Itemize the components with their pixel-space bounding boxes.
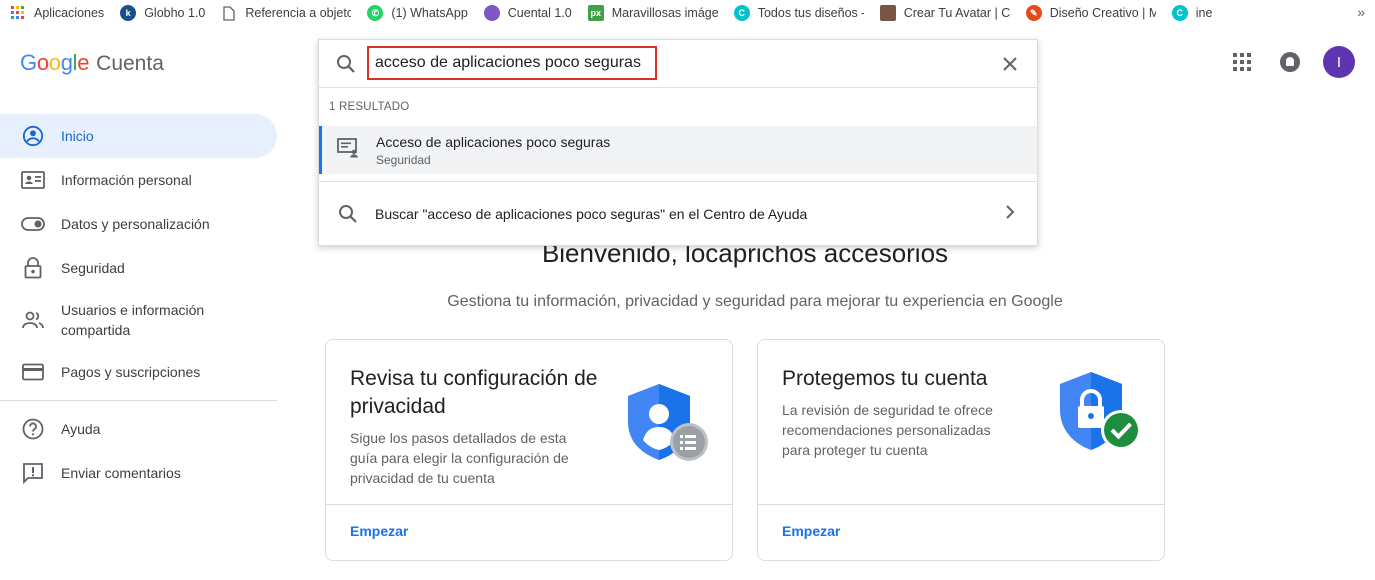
sidebar-item-informacion-personal[interactable]: Información personal xyxy=(0,158,277,202)
bookmark-label: Maravillosas imágene xyxy=(611,6,718,20)
bookmark-cuental[interactable]: Cuental 1.0 xyxy=(483,5,572,21)
header-actions: I xyxy=(1233,46,1355,78)
settings-page-icon xyxy=(337,137,361,163)
apps-grid-icon[interactable] xyxy=(1233,53,1251,71)
google-account-logo[interactable]: Google Cuenta xyxy=(20,50,164,76)
bookmark-ine[interactable]: C ine xyxy=(1171,5,1213,21)
sidebar-item-seguridad[interactable]: Seguridad xyxy=(0,246,277,290)
search-icon xyxy=(337,203,359,225)
people-icon xyxy=(20,308,46,332)
avatar-site-icon xyxy=(879,5,896,21)
globho-icon: k xyxy=(120,5,137,21)
sidebar-item-label: Enviar comentarios xyxy=(61,465,181,481)
toggle-icon xyxy=(20,212,46,236)
search-result-category: Seguridad xyxy=(376,152,431,167)
bookmark-label: (1) WhatsApp xyxy=(391,6,468,20)
close-icon[interactable] xyxy=(999,53,1021,75)
avatar[interactable]: I xyxy=(1323,46,1355,78)
search-result-title: Acceso de aplicaciones poco seguras xyxy=(376,133,611,150)
welcome-subtitle: Gestiona tu información, privacidad y se… xyxy=(447,293,1063,310)
search-result-item[interactable]: Acceso de aplicaciones poco seguras Segu… xyxy=(319,126,1037,174)
chevron-right-icon xyxy=(1005,204,1015,225)
sidebar-item-ayuda[interactable]: Ayuda xyxy=(0,407,277,451)
feedback-icon xyxy=(20,461,46,485)
bookmark-label: Aplicaciones xyxy=(34,6,105,20)
sidebar-item-datos[interactable]: Datos y personalización xyxy=(0,202,277,246)
bookmark-disenos[interactable]: C Todos tus diseños – C xyxy=(733,5,864,21)
card-description: La revisión de seguridad te ofrece recom… xyxy=(782,402,993,458)
search-panel: 1 RESULTADO Acceso de aplicaciones poco … xyxy=(318,39,1038,246)
apps-grid-icon xyxy=(10,5,26,21)
result-count: 1 RESULTADO xyxy=(329,101,410,113)
search-result-text: Acceso de aplicaciones poco seguras Segu… xyxy=(376,134,610,167)
sidebar-item-label: Información personal xyxy=(61,172,192,188)
bookmark-globho[interactable]: k Globho 1.0 xyxy=(120,5,205,21)
security-checkup-card[interactable]: Protegemos tu cuenta La revisión de segu… xyxy=(757,339,1165,561)
card-footer: Empezar xyxy=(758,504,1164,560)
sidebar-item-enviar-comentarios[interactable]: Enviar comentarios xyxy=(0,451,277,495)
start-security-checkup-link[interactable]: Empezar xyxy=(782,523,840,539)
card-footer: Empezar xyxy=(326,504,732,560)
credit-card-icon xyxy=(20,360,46,384)
security-shield-icon xyxy=(1058,370,1148,465)
id-card-icon xyxy=(20,168,46,192)
account-circle-icon xyxy=(20,124,46,148)
page-icon xyxy=(221,5,237,21)
sidebar-item-inicio[interactable]: Inicio xyxy=(0,114,277,158)
bookmark-whatsapp[interactable]: ✆ (1) WhatsApp xyxy=(367,5,468,21)
bookmark-creativo[interactable]: ✎ Diseño Creativo | Ma xyxy=(1025,5,1156,21)
search-input[interactable] xyxy=(367,46,657,80)
whatsapp-icon: ✆ xyxy=(367,5,384,21)
start-privacy-checkup-link[interactable]: Empezar xyxy=(350,523,408,539)
bookmarks-bar: Aplicaciones k Globho 1.0 Referencia a o… xyxy=(0,0,1375,26)
sidebar-item-label: Seguridad xyxy=(61,260,125,276)
sidebar-item-label: Inicio xyxy=(61,128,94,144)
sidebar-item-label: Datos y personalización xyxy=(61,216,210,232)
sidebar: Inicio Información personal Datos y pers… xyxy=(0,114,277,495)
bookmark-aplicaciones[interactable]: Aplicaciones xyxy=(10,5,104,21)
search-bar xyxy=(319,40,1037,88)
sidebar-item-label: Pagos y suscripciones xyxy=(61,364,201,380)
card-title: Protegemos tu cuenta xyxy=(782,367,988,390)
bookmark-label: Crear Tu Avatar | Cre xyxy=(903,6,1010,20)
card-description: Sigue los pasos detallados de esta guía … xyxy=(350,430,569,486)
sidebar-item-label: Usuarios e información compartida xyxy=(61,302,205,338)
help-icon xyxy=(20,417,46,441)
bookmark-avatar[interactable]: Crear Tu Avatar | Cre xyxy=(879,5,1010,21)
bookmark-maravillosas[interactable]: px Maravillosas imágene xyxy=(587,5,718,21)
cuental-icon xyxy=(483,5,500,21)
canva-icon: C xyxy=(733,5,750,21)
lock-icon xyxy=(20,256,46,280)
creative-icon: ✎ xyxy=(1025,5,1042,21)
bookmark-label: Diseño Creativo | Ma xyxy=(1049,6,1156,20)
notifications-icon[interactable] xyxy=(1280,52,1300,72)
google-wordmark: Google xyxy=(20,50,90,75)
search-icon[interactable] xyxy=(335,53,357,75)
card-title: Revisa tu configuración de privacidad xyxy=(350,367,598,418)
bookmark-label: Globho 1.0 xyxy=(144,6,206,20)
bookmark-label: Referencia a objeto n xyxy=(245,6,352,20)
sidebar-item-label: Ayuda xyxy=(61,421,101,437)
bookmarks-overflow-button[interactable]: » xyxy=(1357,4,1365,20)
canva-icon: C xyxy=(1171,5,1188,21)
help-center-search-label: Buscar "acceso de aplicaciones poco segu… xyxy=(375,205,808,222)
bookmark-referencia[interactable]: Referencia a objeto n xyxy=(221,5,351,21)
privacy-checkup-card[interactable]: Revisa tu configuración de privacidad Si… xyxy=(325,339,733,561)
bookmark-label: ine xyxy=(1195,6,1213,20)
px-icon: px xyxy=(587,5,604,21)
bookmark-label: Todos tus diseños – C xyxy=(757,6,864,20)
bookmark-label: Cuental 1.0 xyxy=(507,6,572,20)
help-center-search-row[interactable]: Buscar "acceso de aplicaciones poco segu… xyxy=(319,181,1037,245)
sidebar-item-pagos[interactable]: Pagos y suscripciones xyxy=(0,350,277,394)
privacy-shield-icon xyxy=(626,382,710,471)
sidebar-divider xyxy=(0,400,277,401)
sidebar-item-usuarios[interactable]: Usuarios e información compartida xyxy=(0,290,277,350)
product-name: Cuenta xyxy=(96,52,164,75)
